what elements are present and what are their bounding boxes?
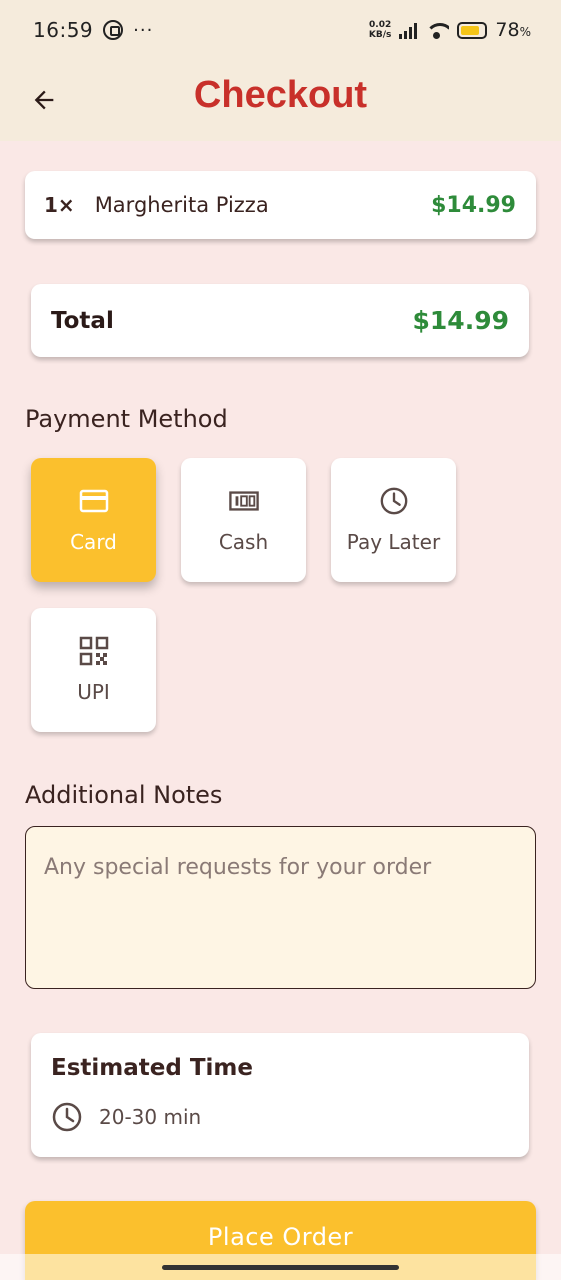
total-value: $14.99 — [412, 306, 509, 335]
app-bar: Checkout — [0, 60, 561, 141]
gesture-handle[interactable] — [162, 1265, 399, 1270]
network-speed: 0.02 KB/s — [369, 20, 391, 40]
battery-percent: 78% — [495, 19, 531, 41]
network-speed-value: 0.02 — [369, 20, 392, 30]
wifi-icon — [425, 21, 450, 39]
place-order-label: Place Order — [207, 1223, 354, 1251]
estimated-time-card: Estimated Time 20-30 min — [31, 1033, 529, 1157]
additional-notes-title: Additional Notes — [25, 781, 223, 809]
payment-option-label: Card — [70, 530, 117, 554]
item-price: $14.99 — [431, 192, 516, 218]
clock-icon — [52, 1102, 82, 1132]
battery-level — [461, 25, 479, 35]
status-bar-right: 0.02 KB/s 78% — [369, 19, 531, 41]
estimated-time-title: Estimated Time — [51, 1055, 253, 1081]
signal-icon — [399, 21, 418, 39]
payment-option-pay-later[interactable]: Pay Later — [331, 458, 456, 582]
payment-option-upi[interactable]: UPI — [31, 608, 156, 732]
total-card: Total $14.99 — [31, 284, 529, 357]
page-title: Checkout — [193, 74, 368, 116]
payment-option-card[interactable]: Card — [31, 458, 156, 582]
estimated-time-row: 20-30 min — [51, 1101, 509, 1133]
status-bar-left: 16:59 ··· — [33, 18, 153, 42]
payment-option-label: Cash — [218, 530, 269, 554]
battery-icon — [457, 21, 488, 39]
payment-option-label: Pay Later — [346, 530, 441, 554]
item-name: Margherita Pizza — [94, 193, 269, 217]
total-label: Total — [51, 307, 114, 334]
network-speed-unit: KB/s — [368, 30, 392, 40]
item-quantity: 1× — [44, 193, 75, 217]
qr-code-icon — [79, 636, 109, 666]
notes-field — [25, 826, 536, 989]
status-bar: 16:59 ··· 0.02 KB/s 78% — [0, 0, 561, 60]
clock-icon — [379, 486, 409, 516]
more-notifications-icon: ··· — [133, 19, 154, 41]
payment-option-cash[interactable]: Cash — [181, 458, 306, 582]
notes-input[interactable] — [44, 855, 517, 960]
estimated-time-value: 20-30 min — [99, 1105, 202, 1129]
payment-method-title: Payment Method — [25, 405, 228, 433]
credit-card-icon — [79, 486, 109, 516]
whatsapp-icon — [103, 20, 124, 40]
order-item-card: 1× Margherita Pizza $14.99 — [25, 171, 536, 239]
payment-option-label: UPI — [77, 680, 110, 704]
status-time: 16:59 — [33, 18, 94, 42]
cash-icon — [228, 486, 259, 516]
